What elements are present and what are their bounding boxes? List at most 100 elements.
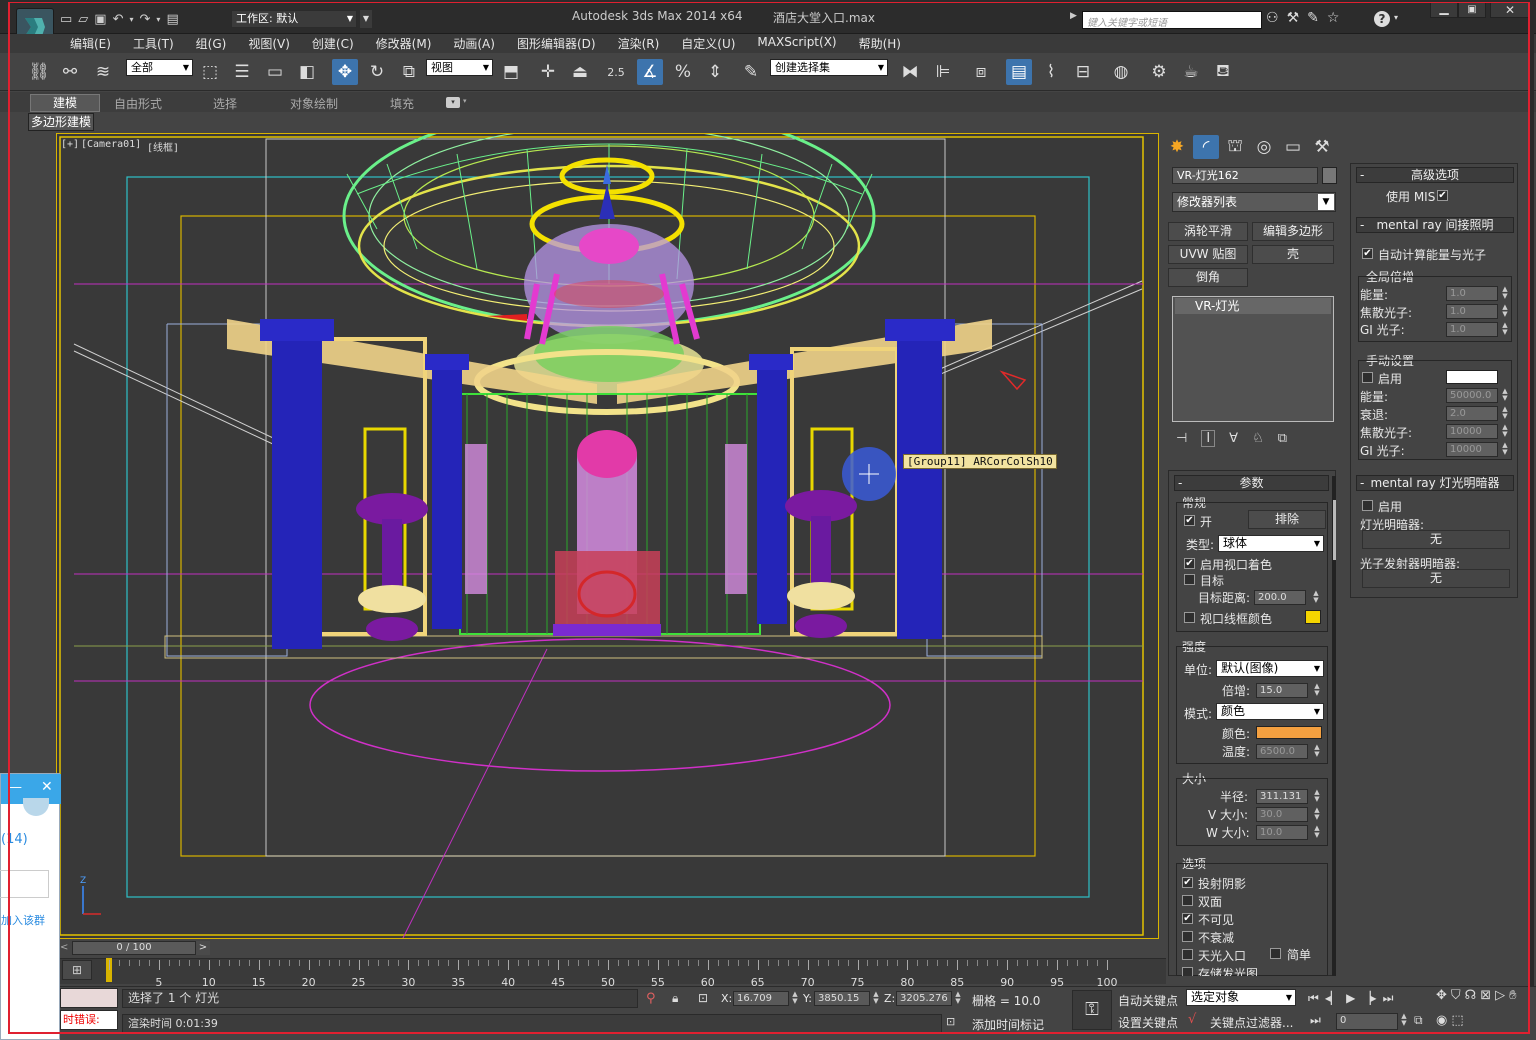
viewport-shading-checkbox[interactable]: ✔ — [1184, 558, 1195, 569]
caustic-spinner[interactable]: ▲ ▼ — [1500, 304, 1510, 319]
workspace-select[interactable]: 工作区: 默认 ▼ — [231, 10, 357, 28]
isolate-selection-icon[interactable]: ⚲ — [646, 991, 656, 1006]
popup-close-icon[interactable]: ✕ — [41, 779, 53, 795]
multiplier-spinner[interactable]: ▲ ▼ — [1312, 683, 1322, 698]
select-by-name-icon[interactable]: ☰ — [229, 59, 255, 85]
select-object-icon[interactable]: ⬚ — [197, 59, 223, 85]
light-color-swatch[interactable] — [1256, 726, 1322, 739]
m-energy-field[interactable]: 50000.0 — [1446, 388, 1498, 403]
maximize-toggle-icon[interactable]: ⬚ — [1451, 1013, 1463, 1034]
object-name-field[interactable]: VR-灯光162 — [1172, 167, 1318, 184]
ribbon-tab-object-paint[interactable]: 对象绘制 — [290, 95, 338, 112]
radius-spinner[interactable]: ▲ ▼ — [1312, 789, 1322, 804]
remove-modifier-icon[interactable]: ♘ — [1252, 431, 1264, 446]
orbit-subobject-icon[interactable]: ◉ — [1436, 1013, 1447, 1034]
orbit-icon[interactable]: ☊ — [1465, 988, 1477, 1009]
target-distance-spinner[interactable]: ▲ ▼ — [1311, 590, 1321, 605]
modifier-edit-poly-button[interactable]: 编辑多边形 — [1252, 222, 1334, 241]
option-row[interactable]: ✔ 投射阴影 — [1180, 874, 1270, 891]
select-move-icon[interactable]: ✥ — [332, 59, 358, 85]
show-end-result-icon[interactable]: I — [1201, 429, 1216, 447]
ribbon-tab-freeform[interactable]: 自由形式 — [114, 95, 162, 112]
search-input[interactable]: 键入关键字或短语 — [1082, 11, 1262, 29]
photon-shader-button[interactable]: 无 — [1362, 569, 1510, 588]
wsize-field[interactable]: 10.0 — [1256, 825, 1308, 840]
edit-named-selection-icon[interactable]: ✎ — [738, 59, 764, 85]
key-mode-icon[interactable]: ⏭ — [1310, 1013, 1321, 1028]
curve-editor-icon[interactable]: ⌇ — [1038, 59, 1064, 85]
minimize-button[interactable]: ▁ — [1430, 2, 1458, 18]
unlink-icon[interactable]: ⚯ — [57, 59, 83, 85]
current-frame-field[interactable]: 0 — [1336, 1013, 1398, 1030]
menu-item-10[interactable]: MAXScript(X) — [757, 35, 836, 52]
close-button[interactable]: ✕ — [1490, 2, 1530, 18]
time-config-icon[interactable]: ⧉ — [1414, 1013, 1423, 1028]
menu-item-5[interactable]: 修改器(M) — [376, 35, 432, 52]
zoom-all-icon[interactable]: ⛉ — [1451, 988, 1461, 1009]
modifier-stack[interactable]: VR-灯光 — [1172, 296, 1334, 422]
wrench-icon[interactable]: ⚒ — [1287, 10, 1300, 30]
schematic-view-icon[interactable]: ⊟ — [1070, 59, 1096, 85]
menu-item-11[interactable]: 帮助(H) — [859, 35, 901, 52]
light-shader-button[interactable]: 无 — [1362, 530, 1510, 549]
menu-item-4[interactable]: 创建(C) — [312, 35, 354, 52]
option-checkbox[interactable] — [1182, 949, 1193, 960]
menu-item-0[interactable]: 编辑(E) — [70, 35, 111, 52]
previous-frame-icon[interactable]: ◂▏ — [1325, 991, 1340, 1005]
hierarchy-tab-icon[interactable]: ⛫ — [1222, 135, 1248, 159]
material-editor-icon[interactable]: ◍ — [1108, 59, 1134, 85]
ribbon-subtab[interactable]: 多边形建模 — [28, 113, 94, 131]
option-row[interactable]: 双面 — [1180, 892, 1270, 909]
configure-sets-icon[interactable]: ⧉ — [1278, 431, 1287, 446]
next-frame-icon[interactable]: ▕▸ — [1361, 991, 1376, 1005]
menu-item-1[interactable]: 工具(T) — [133, 35, 174, 52]
set-key-label[interactable]: 设置关键点 — [1118, 1014, 1178, 1031]
exclude-button[interactable]: 排除 — [1248, 510, 1326, 529]
go-to-end-icon[interactable]: ⏭ — [1383, 991, 1394, 1006]
favorites-star-icon[interactable]: ☆ — [1327, 10, 1340, 30]
select-rotate-icon[interactable]: ↻ — [364, 59, 390, 85]
energy-spinner[interactable]: ▲ ▼ — [1500, 286, 1510, 301]
option-checkbox[interactable]: ✔ — [1182, 877, 1193, 888]
m-energy-spinner[interactable]: ▲ ▼ — [1500, 388, 1510, 403]
object-color-swatch[interactable] — [1322, 167, 1337, 184]
save-icon[interactable]: ▣ — [94, 12, 106, 27]
layer-manager-icon[interactable]: ⧈ — [968, 59, 994, 85]
vsize-field[interactable]: 30.0 — [1256, 807, 1308, 822]
pin-stack-icon[interactable]: ⊣ — [1176, 431, 1187, 446]
ribbon-tab-selection[interactable]: 选择 — [213, 95, 237, 112]
option-checkbox[interactable] — [1182, 967, 1193, 976]
menu-item-9[interactable]: 自定义(U) — [681, 35, 735, 52]
undo-icon[interactable]: ↶ — [113, 12, 124, 27]
units-select[interactable]: 默认(图像) ▼ — [1216, 660, 1324, 677]
option-checkbox[interactable]: ✔ — [1182, 913, 1193, 924]
percent-snap-icon[interactable]: % — [670, 59, 696, 85]
manual-color-swatch[interactable] — [1446, 370, 1498, 384]
current-frame-spinner[interactable]: ▲ ▼ — [1399, 1013, 1409, 1028]
modify-tab-icon[interactable]: ◜ — [1193, 135, 1219, 159]
params-scroll-thumb[interactable] — [1333, 500, 1336, 560]
time-slider-next[interactable]: > — [196, 941, 210, 955]
workspace-more-icon[interactable]: ▼ — [360, 10, 372, 28]
communication-icon[interactable]: ✎ — [1307, 10, 1319, 30]
energy-field[interactable]: 1.0 — [1446, 286, 1498, 301]
temperature-spinner[interactable]: ▲ ▼ — [1312, 744, 1322, 759]
mirror-icon[interactable]: ⧓ — [897, 59, 923, 85]
pivot-center-icon[interactable]: ⬒ — [498, 59, 524, 85]
modifier-bevel-button[interactable]: 倒角 — [1168, 268, 1248, 287]
m-caustic-spinner[interactable]: ▲ ▼ — [1500, 424, 1510, 439]
menu-item-8[interactable]: 渲染(R) — [618, 35, 660, 52]
manual-enable-checkbox[interactable] — [1362, 372, 1373, 383]
gi-spinner[interactable]: ▲ ▼ — [1500, 322, 1510, 337]
type-select[interactable]: 球体 ▼ — [1218, 535, 1324, 552]
option-checkbox[interactable] — [1182, 895, 1193, 906]
y-coordinate-field[interactable]: 3850.15 — [814, 991, 870, 1006]
decay-field[interactable]: 2.0 — [1446, 406, 1498, 421]
multiplier-field[interactable]: 15.0 — [1256, 683, 1308, 698]
mode-select[interactable]: 颜色 ▼ — [1216, 703, 1324, 720]
viewport-label-plus[interactable]: [+] — [61, 139, 79, 150]
menu-item-6[interactable]: 动画(A) — [453, 35, 495, 52]
open-file-icon[interactable]: ▱ — [78, 12, 88, 27]
rect-region-icon[interactable]: ▭ — [262, 59, 288, 85]
link-icon[interactable]: ⛓ — [26, 59, 52, 85]
